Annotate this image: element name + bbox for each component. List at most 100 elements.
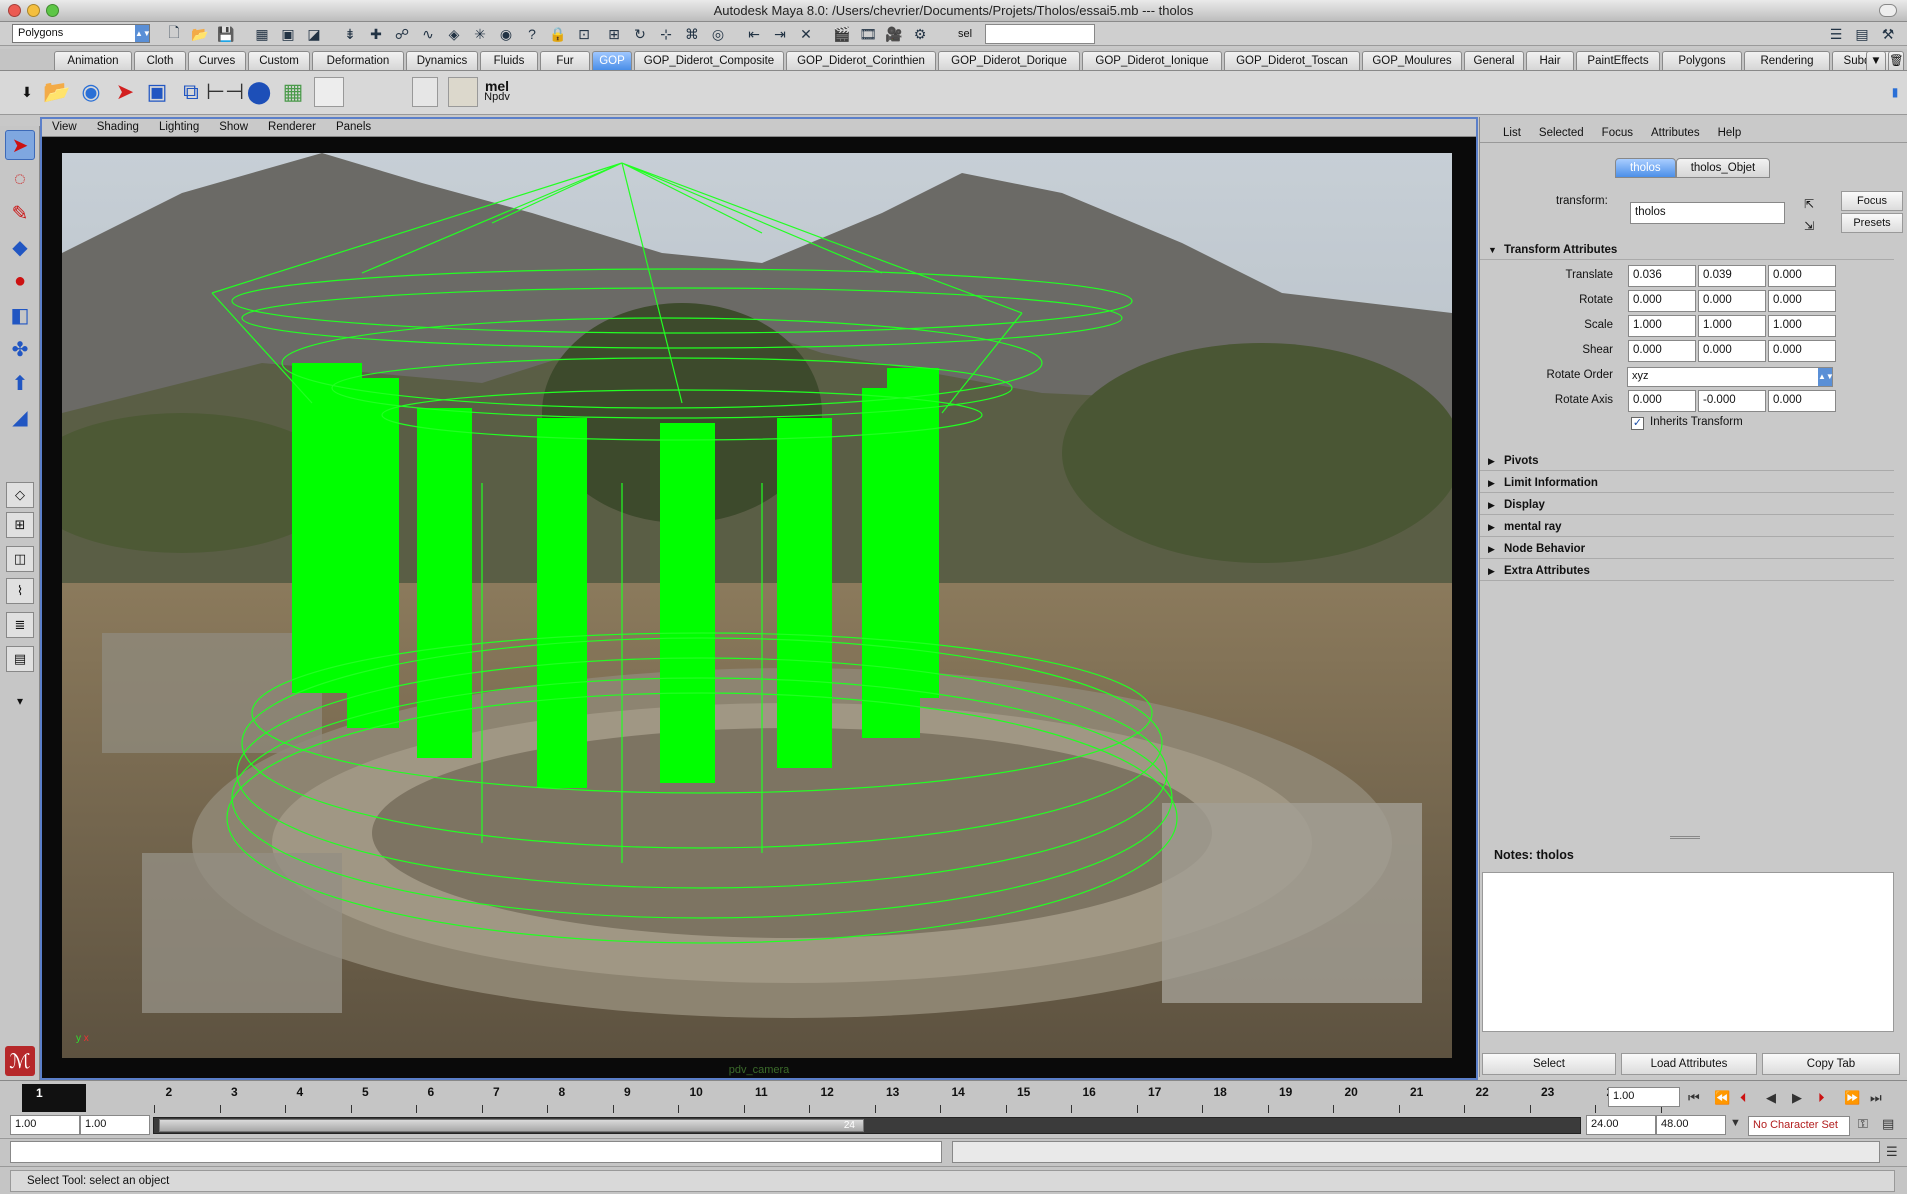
rotate-tool-icon[interactable]: ● bbox=[5, 266, 35, 296]
shelf-tab-curves[interactable]: Curves bbox=[188, 51, 246, 70]
playback-range-handle[interactable]: 24 bbox=[159, 1119, 864, 1132]
shelf-tab-gop-diderot-toscan[interactable]: GOP_Diderot_Toscan bbox=[1224, 51, 1360, 70]
layout-more-icon[interactable]: ▾ bbox=[5, 686, 35, 716]
go-to-end-icon[interactable]: ⏭ bbox=[1870, 1090, 1882, 1106]
texture-icon[interactable] bbox=[448, 77, 478, 107]
shelf-trash-icon[interactable]: 🗑 bbox=[1888, 51, 1904, 70]
shear-x-field[interactable]: 0.000 bbox=[1628, 340, 1696, 362]
script-editor-icon[interactable]: ☰ bbox=[1886, 1144, 1898, 1160]
copy-tab-button[interactable]: Copy Tab bbox=[1762, 1053, 1900, 1075]
viewport-panel[interactable]: View Shading Lighting Show Renderer Panels bbox=[40, 117, 1478, 1080]
presets-button[interactable]: Presets bbox=[1841, 213, 1903, 233]
play-backwards-icon[interactable]: ◀ bbox=[1766, 1090, 1776, 1106]
select-handles-icon[interactable]: ✚ bbox=[366, 24, 386, 44]
scale-y-field[interactable]: 1.000 bbox=[1698, 315, 1766, 337]
current-frame-marker[interactable]: 1 bbox=[22, 1084, 86, 1112]
four-pane-layout-icon[interactable]: ⊞ bbox=[6, 512, 34, 538]
translate-z-field[interactable]: 0.000 bbox=[1768, 265, 1836, 287]
shear-y-field[interactable]: 0.000 bbox=[1698, 340, 1766, 362]
render-current-frame-icon[interactable]: 🎞 bbox=[858, 24, 878, 44]
rotate-y-field[interactable]: 0.000 bbox=[1698, 290, 1766, 312]
render-view-icon[interactable]: 🎬 bbox=[832, 24, 852, 44]
blank-shelf-button[interactable] bbox=[314, 77, 344, 107]
animation-start-field[interactable]: 1.00 bbox=[10, 1115, 80, 1135]
shelf-tab-fur[interactable]: Fur bbox=[540, 51, 590, 70]
tool-settings-toggle-icon[interactable]: ⚒ bbox=[1878, 24, 1898, 44]
step-forward-key-icon[interactable]: ⏵ bbox=[1818, 1090, 1825, 1106]
auto-key-icon[interactable]: ⚿ bbox=[1858, 1116, 1868, 1132]
panel-menu-shading[interactable]: Shading bbox=[87, 119, 149, 136]
scale-x-field[interactable]: 1.000 bbox=[1628, 315, 1696, 337]
input-connections-icon[interactable]: ⇤ bbox=[744, 24, 764, 44]
section-pivots[interactable]: ▶ Pivots bbox=[1480, 451, 1894, 471]
cube-group-icon[interactable]: ⧉ bbox=[176, 77, 206, 107]
pane-splitter-handle[interactable] bbox=[1670, 836, 1700, 839]
panel-menu-lighting[interactable]: Lighting bbox=[149, 119, 209, 136]
rotate-axis-x-field[interactable]: 0.000 bbox=[1628, 390, 1696, 412]
scale-z-field[interactable]: 1.000 bbox=[1768, 315, 1836, 337]
shelf-tab-animation[interactable]: Animation bbox=[54, 51, 132, 70]
paint-select-icon[interactable]: ✎ bbox=[5, 198, 35, 228]
step-back-key-icon[interactable]: ⏴ bbox=[1740, 1090, 1747, 1106]
rotate-axis-y-field[interactable]: -0.000 bbox=[1698, 390, 1766, 412]
camera-scene[interactable]: y x bbox=[62, 153, 1452, 1058]
lock-selection-icon[interactable]: 🔒 bbox=[548, 24, 568, 44]
shelf-tab-general[interactable]: General bbox=[1464, 51, 1524, 70]
panel-menu-show[interactable]: Show bbox=[209, 119, 258, 136]
make-live-icon[interactable]: ◎ bbox=[708, 24, 728, 44]
section-display[interactable]: ▶ Display bbox=[1480, 495, 1894, 515]
shelf-tabs-more-icon[interactable]: ▼ bbox=[1866, 51, 1886, 70]
translate-y-field[interactable]: 0.039 bbox=[1698, 265, 1766, 287]
time-slider[interactable]: 1 23456789101112131415161718192021222324… bbox=[0, 1080, 1907, 1116]
section-node-behavior[interactable]: ▶ Node Behavior bbox=[1480, 539, 1894, 559]
persp-graph-layout-icon[interactable]: ⌇ bbox=[6, 578, 34, 604]
playback-end-field[interactable]: 24.00 bbox=[1586, 1115, 1656, 1135]
new-scene-icon[interactable]: 🗋 bbox=[164, 24, 184, 44]
ae-menu-attributes[interactable]: Attributes bbox=[1642, 127, 1709, 142]
panel-menu-panels[interactable]: Panels bbox=[326, 119, 381, 136]
select-rendering-icon[interactable]: ? bbox=[522, 24, 542, 44]
shelf-tab-fluids[interactable]: Fluids bbox=[480, 51, 538, 70]
snap-view-plane-icon[interactable]: ⌘ bbox=[682, 24, 702, 44]
translate-x-field[interactable]: 0.036 bbox=[1628, 265, 1696, 287]
select-by-component-icon[interactable]: ◪ bbox=[304, 24, 324, 44]
output-connections-icon[interactable]: ⇥ bbox=[770, 24, 790, 44]
animation-preferences-icon[interactable]: ▤ bbox=[1882, 1116, 1894, 1132]
playback-start-field[interactable]: 1.00 bbox=[80, 1115, 150, 1135]
ae-menu-help[interactable]: Help bbox=[1709, 127, 1751, 142]
select-button[interactable]: Select bbox=[1482, 1053, 1616, 1075]
attribute-editor-toggle-icon[interactable]: ▤ bbox=[1852, 24, 1872, 44]
focus-button[interactable]: Focus bbox=[1841, 191, 1903, 211]
shelf-tab-dynamics[interactable]: Dynamics bbox=[406, 51, 478, 70]
rotate-z-field[interactable]: 0.000 bbox=[1768, 290, 1836, 312]
select-by-hierarchy-icon[interactable]: ▦ bbox=[252, 24, 272, 44]
step-back-icon[interactable]: ⏪ bbox=[1714, 1090, 1730, 1106]
shear-z-field[interactable]: 0.000 bbox=[1768, 340, 1836, 362]
shelf-tab-gop-diderot-composite[interactable]: GOP_Diderot_Composite bbox=[634, 51, 784, 70]
shelf-tab-polygons[interactable]: Polygons bbox=[1662, 51, 1742, 70]
blank-shelf-button-2[interactable] bbox=[412, 77, 438, 107]
current-time-field[interactable]: 1.00 bbox=[1608, 1087, 1680, 1107]
ae-menu-focus[interactable]: Focus bbox=[1593, 127, 1642, 142]
shelf-tab-cloth[interactable]: Cloth bbox=[134, 51, 186, 70]
shelf-tab-gop[interactable]: GOP bbox=[592, 51, 632, 70]
section-limit-information[interactable]: ▶ Limit Information bbox=[1480, 473, 1894, 493]
focus-icon[interactable]: ⇱ bbox=[1804, 197, 1818, 211]
snap-grid-icon[interactable]: ⊞ bbox=[604, 24, 624, 44]
ipr-render-icon[interactable]: 🎥 bbox=[884, 24, 904, 44]
open-scene-icon[interactable]: 📂 bbox=[190, 24, 210, 44]
hypershade-layout-icon[interactable]: ▤ bbox=[6, 646, 34, 672]
character-set-field[interactable]: No Character Set bbox=[1748, 1116, 1850, 1136]
select-deformations-icon[interactable]: ✳ bbox=[470, 24, 490, 44]
highlight-selection-icon[interactable]: ⊡ bbox=[574, 24, 594, 44]
show-manipulator-icon[interactable]: ◢ bbox=[5, 402, 35, 432]
section-extra-attributes[interactable]: ▶ Extra Attributes bbox=[1480, 561, 1894, 581]
presets-icon[interactable]: ⇲ bbox=[1804, 219, 1818, 233]
folder-icon[interactable]: 📂 bbox=[42, 77, 72, 107]
quick-selection-field[interactable]: sel bbox=[958, 24, 1095, 44]
measure-icon[interactable]: ⊢⊣ bbox=[206, 77, 244, 107]
shelf-scroll-icon[interactable]: ▮ bbox=[1880, 77, 1907, 107]
shelf-tab-rendering[interactable]: Rendering bbox=[1744, 51, 1830, 70]
node-tab-tholos[interactable]: tholos bbox=[1615, 158, 1676, 178]
select-tool-icon[interactable]: ➤ bbox=[5, 130, 35, 160]
